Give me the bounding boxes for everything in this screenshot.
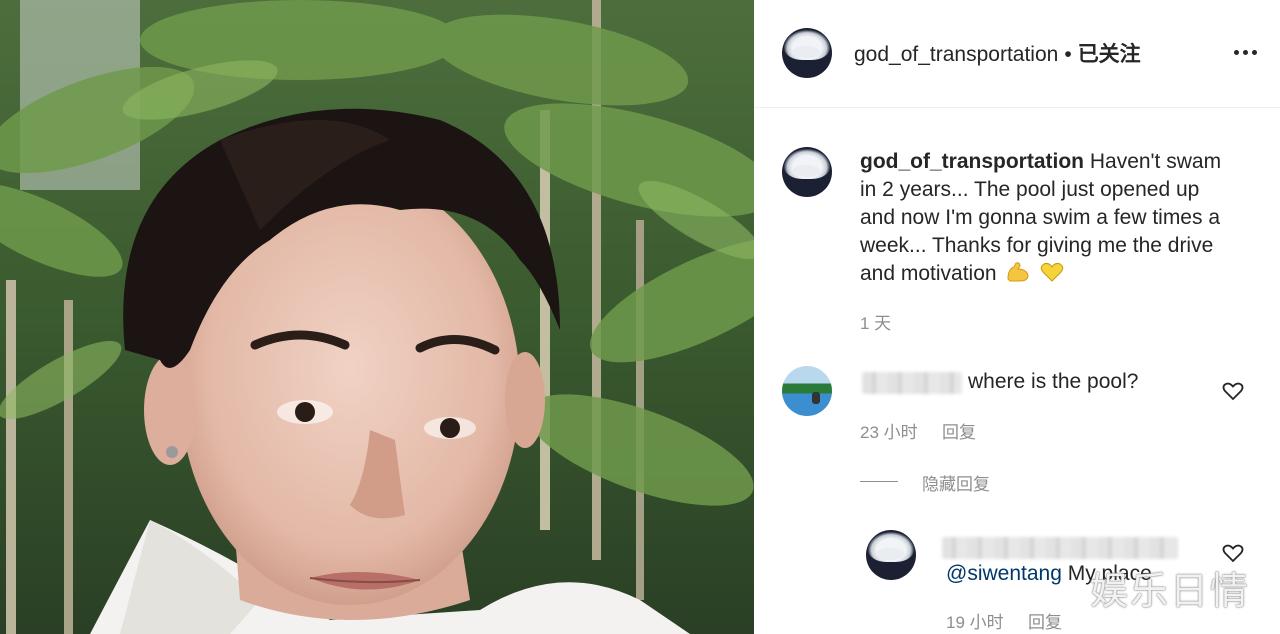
caption-author-avatar[interactable] [782, 147, 832, 197]
mention-link[interactable]: @siwentang [946, 562, 1062, 585]
muscle-emoji [1007, 262, 1029, 282]
reply-button[interactable]: 回复 [942, 418, 976, 443]
reply-button[interactable]: 回复 [1028, 608, 1062, 633]
caption-timestamp: 1 天 [860, 314, 892, 333]
more-horizontal-icon[interactable] [1234, 43, 1258, 63]
car-detail [876, 548, 904, 560]
post-photo [0, 0, 754, 634]
follow-status-button[interactable]: 已关注 [1078, 43, 1141, 66]
header-user-row: god_of_transportation • 已关注 [854, 38, 1141, 68]
yellow-heart-emoji [1041, 262, 1064, 282]
watermark-text: 娱乐日情 [1090, 569, 1251, 613]
reply-author-avatar[interactable] [866, 530, 916, 580]
separator-dot: • [1064, 43, 1072, 66]
blurred-username [942, 537, 1178, 559]
post-caption: god_of_transportation Haven't swam in 2 … [860, 148, 1240, 288]
person-silhouette [812, 392, 820, 404]
comment-text: where is the pool? [968, 370, 1139, 393]
author-username[interactable]: god_of_transportation [854, 43, 1058, 66]
selfie-image [0, 0, 754, 634]
commenter-avatar[interactable] [782, 366, 832, 416]
blurred-username [862, 372, 962, 394]
car-detail [792, 165, 820, 177]
hide-replies-button[interactable]: 隐藏回复 [922, 470, 990, 495]
reply-timestamp: 19 小时 [946, 613, 1004, 632]
more-dot [1243, 50, 1248, 55]
more-dot [1252, 50, 1257, 55]
more-dot [1234, 50, 1239, 55]
car-detail [792, 46, 820, 58]
caption-username[interactable]: god_of_transportation [860, 150, 1084, 173]
author-avatar[interactable] [782, 28, 832, 78]
comment-timestamp: 23 小时 [860, 423, 918, 442]
replies-divider [860, 481, 898, 482]
heart-icon[interactable] [1222, 381, 1244, 401]
